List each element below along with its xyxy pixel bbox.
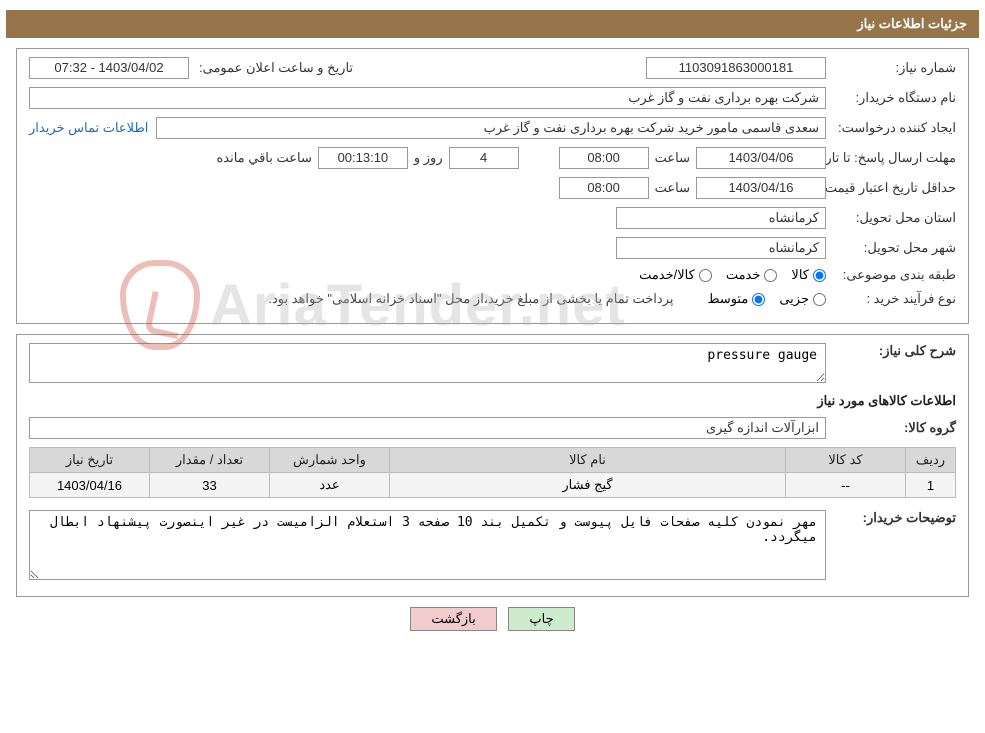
radio-service[interactable] <box>764 269 777 282</box>
radio-service-wrap[interactable]: خدمت <box>712 267 778 283</box>
th-code: کد کالا <box>786 448 906 473</box>
label-time-1: ساعت <box>649 150 696 166</box>
button-row: چاپ بازگشت <box>6 607 979 639</box>
field-reply-time: 08:00 <box>559 147 649 169</box>
cell-name: گیج فشار <box>390 473 786 498</box>
radio-partial-label: جزیی <box>779 291 809 307</box>
label-reply-deadline: مهلت ارسال پاسخ: تا تاریخ: <box>826 151 956 165</box>
th-qty: تعداد / مقدار <box>150 448 270 473</box>
th-name: نام کالا <box>390 448 786 473</box>
field-buyer-org: شرکت بهره برداری نفت و گاز غرب <box>29 87 826 109</box>
radio-goods-service[interactable] <box>699 269 712 282</box>
radio-goods-label: کالا <box>791 267 809 283</box>
label-goods-group: گروه کالا: <box>826 420 956 436</box>
radio-goods-service-wrap[interactable]: کالا/خدمت <box>625 267 712 283</box>
items-table: ردیف کد کالا نام کالا واحد شمارش تعداد /… <box>29 447 956 498</box>
radio-partial-wrap[interactable]: جزیی <box>765 291 826 307</box>
label-requester: ایجاد کننده درخواست: <box>826 120 956 136</box>
page-title-bar: جزئیات اطلاعات نیاز <box>6 10 979 38</box>
page-title: جزئیات اطلاعات نیاز <box>857 16 967 31</box>
field-goods-group: ابزارآلات اندازه گیری <box>29 417 826 439</box>
items-info-title: اطلاعات کالاهای مورد نیاز <box>29 393 956 409</box>
cell-code: -- <box>786 473 906 498</box>
label-need-desc: شرح کلی نیاز: <box>826 343 956 359</box>
label-city: شهر محل تحویل: <box>826 240 956 256</box>
print-button[interactable]: چاپ <box>508 607 574 631</box>
field-need-number: 1103091863000181 <box>646 57 826 79</box>
label-time-2: ساعت <box>649 180 696 196</box>
cell-unit: عدد <box>270 473 390 498</box>
purchase-type-note: پرداخت تمام یا بخشی از مبلغ خرید،از محل … <box>268 291 693 307</box>
buyer-notes-textarea[interactable] <box>29 510 826 580</box>
label-min-valid: حداقل تاریخ اعتبار قیمت: تا تاریخ: <box>826 181 956 195</box>
radio-medium-label: متوسط <box>707 291 748 307</box>
field-announce-datetime: 1403/04/02 - 07:32 <box>29 57 189 79</box>
back-button[interactable]: بازگشت <box>410 607 496 631</box>
radio-goods[interactable] <box>813 269 826 282</box>
main-info-panel: شماره نیاز: 1103091863000181 تاریخ و ساع… <box>16 48 969 324</box>
cell-date: 1403/04/16 <box>30 473 150 498</box>
radio-medium[interactable] <box>752 293 765 306</box>
label-announce-datetime: تاریخ و ساعت اعلان عمومی: <box>195 60 353 76</box>
field-city: کرمانشاه <box>616 237 826 259</box>
buyer-contact-link[interactable]: اطلاعات تماس خریدار <box>29 120 156 136</box>
cell-row: 1 <box>906 473 956 498</box>
th-date: تاریخ نیاز <box>30 448 150 473</box>
table-row: 1 -- گیج فشار عدد 33 1403/04/16 <box>30 473 956 498</box>
th-unit: واحد شمارش <box>270 448 390 473</box>
field-remain-time: 00:13:10 <box>318 147 408 169</box>
cell-qty: 33 <box>150 473 270 498</box>
radio-goods-wrap[interactable]: کالا <box>777 267 826 283</box>
label-subject-cat: طبقه بندی موضوعی: <box>826 267 956 283</box>
label-buyer-org: نام دستگاه خریدار: <box>826 90 956 106</box>
radio-medium-wrap[interactable]: متوسط <box>693 291 765 307</box>
field-province: کرمانشاه <box>616 207 826 229</box>
label-need-number: شماره نیاز: <box>826 60 956 76</box>
field-min-valid-date: 1403/04/16 <box>696 177 826 199</box>
need-desc-textarea[interactable] <box>29 343 826 383</box>
radio-partial[interactable] <box>813 293 826 306</box>
label-buyer-notes: توضیحات خریدار: <box>826 510 956 526</box>
field-requester: سعدی قاسمی مامور خرید شرکت بهره برداری ن… <box>156 117 826 139</box>
details-panel: شرح کلی نیاز: اطلاعات کالاهای مورد نیاز … <box>16 334 969 597</box>
th-row: ردیف <box>906 448 956 473</box>
radio-goods-service-label: کالا/خدمت <box>639 267 695 283</box>
field-min-valid-time: 08:00 <box>559 177 649 199</box>
field-reply-date: 1403/04/06 <box>696 147 826 169</box>
label-remaining: ساعت باقي مانده <box>210 150 317 166</box>
label-purchase-type: نوع فرآیند خرید : <box>826 291 956 307</box>
field-remain-days: 4 <box>449 147 519 169</box>
label-province: استان محل تحویل: <box>826 210 956 226</box>
radio-service-label: خدمت <box>726 267 761 283</box>
label-days-and: روز و <box>408 150 449 166</box>
